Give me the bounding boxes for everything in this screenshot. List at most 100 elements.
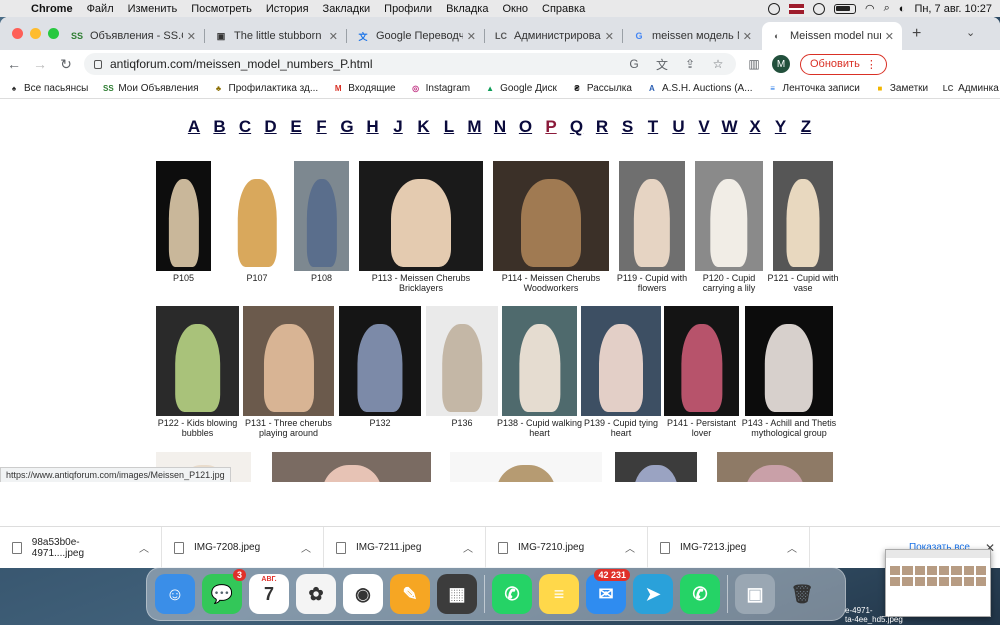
figurine-photo[interactable] bbox=[581, 306, 661, 416]
gallery-item[interactable]: P139 - Cupid tying heart bbox=[575, 306, 667, 438]
download-item[interactable]: IMG-7213.jpeg ︿ bbox=[648, 526, 810, 568]
bookmark-item[interactable]: SS Мои Объявления bbox=[102, 82, 199, 94]
control-center-icon[interactable]: ◐ bbox=[899, 3, 906, 15]
gallery-item[interactable]: P131 - Three cherubs playing around bbox=[237, 306, 340, 438]
browser-tab[interactable]: 文 Google Переводчик✕ bbox=[348, 22, 484, 50]
chevron-up-icon[interactable]: ︿ bbox=[463, 540, 473, 555]
figurine-caption[interactable]: P119 - Cupid with flowers bbox=[617, 273, 687, 293]
close-tab-icon[interactable]: ✕ bbox=[739, 30, 752, 43]
gallery-item[interactable]: P121 - Cupid with vase bbox=[767, 161, 839, 293]
chevron-up-icon[interactable]: ︿ bbox=[625, 540, 635, 555]
dock-calendar-icon[interactable]: 7 АВГ. bbox=[249, 574, 289, 614]
profile-avatar[interactable]: M bbox=[772, 55, 790, 73]
figurine-photo[interactable] bbox=[156, 306, 239, 416]
letter-link-o[interactable]: O bbox=[513, 117, 539, 137]
figurine-caption[interactable]: P105 bbox=[173, 273, 194, 283]
figurine-photo[interactable] bbox=[615, 452, 697, 482]
gallery-item[interactable]: P107 bbox=[216, 161, 298, 283]
close-tab-icon[interactable]: ✕ bbox=[463, 30, 476, 43]
gallery-item[interactable] bbox=[444, 452, 608, 482]
figurine-caption[interactable]: P136 bbox=[451, 418, 472, 428]
bookmark-item[interactable]: LC Админка bbox=[942, 82, 999, 94]
gallery-item[interactable]: P119 - Cupid with flowers bbox=[613, 161, 691, 293]
dock-finder-icon[interactable]: ☺ bbox=[155, 574, 195, 614]
google-lens-icon[interactable]: G bbox=[626, 56, 642, 72]
close-window-button[interactable] bbox=[12, 28, 23, 39]
update-button[interactable]: Обновить ⋮ bbox=[800, 53, 887, 75]
letter-link-h[interactable]: H bbox=[360, 117, 386, 137]
tab-search-chevron-icon[interactable]: ⌄ bbox=[966, 26, 975, 39]
gallery-item[interactable]: P136 bbox=[420, 306, 504, 428]
letter-link-e[interactable]: E bbox=[283, 117, 309, 137]
letter-link-f[interactable]: F bbox=[309, 117, 335, 137]
figurine-photo[interactable] bbox=[426, 306, 498, 416]
browser-tab[interactable]: LC Администрирование С✕ bbox=[486, 22, 622, 50]
bookmark-item[interactable]: ■ Заметки bbox=[874, 82, 928, 94]
figurine-caption[interactable]: P138 - Cupid walking heart bbox=[497, 418, 582, 438]
browser-tab[interactable]: SS Объявления - SS.COM✕ bbox=[62, 22, 204, 50]
browser-tab[interactable]: ▣ The little stubborn one,✕ bbox=[206, 22, 346, 50]
figurine-photo[interactable] bbox=[450, 452, 602, 482]
chevron-up-icon[interactable]: ︿ bbox=[139, 540, 149, 555]
dock-telegram-icon[interactable]: ➤ bbox=[633, 574, 673, 614]
desktop-file-label[interactable]: e-4971- ta-4ee_hd5.jpeg bbox=[845, 606, 903, 624]
letter-link-j[interactable]: J bbox=[385, 117, 411, 137]
figurine-caption[interactable]: P114 - Meissen Cherubs Woodworkers bbox=[502, 273, 600, 293]
chevron-up-icon[interactable]: ︿ bbox=[787, 540, 797, 555]
figurine-photo[interactable] bbox=[243, 306, 334, 416]
letter-link-z[interactable]: Z bbox=[793, 117, 819, 137]
letter-link-k[interactable]: K bbox=[411, 117, 437, 137]
gallery-item[interactable]: P138 - Cupid walking heart bbox=[496, 306, 583, 438]
address-bar[interactable]: antiqforum.com/meissen_model_numbers_P.h… bbox=[84, 53, 736, 75]
dock-mail-icon[interactable]: ✉ 42 231 bbox=[586, 569, 630, 614]
gallery-item[interactable]: P120 - Cupid carrying a lily bbox=[689, 161, 769, 293]
dock-calculator-icon[interactable]: ▦ bbox=[437, 574, 477, 614]
menu-item[interactable]: Профили bbox=[377, 3, 439, 15]
chevron-up-icon[interactable]: ︿ bbox=[301, 540, 311, 555]
figurine-caption[interactable]: P141 - Persistant lover bbox=[667, 418, 736, 438]
back-button[interactable]: ← bbox=[6, 56, 22, 72]
dock-trash-icon[interactable]: 🗑 bbox=[782, 574, 822, 614]
figurine-caption[interactable]: P139 - Cupid tying heart bbox=[584, 418, 658, 438]
bookmark-item[interactable]: ₴ Рассылка bbox=[571, 82, 632, 94]
browser-tab[interactable]: Gmeissen модель № Р 1✕ bbox=[624, 22, 760, 50]
menu-item[interactable]: Посмотреть bbox=[184, 3, 259, 15]
menubar-clock[interactable]: Пн, 7 авг. 10:27 bbox=[914, 3, 992, 15]
translate-icon[interactable]: 文 bbox=[654, 56, 670, 72]
figurine-caption[interactable]: P132 bbox=[369, 418, 390, 428]
close-tab-icon[interactable]: ✕ bbox=[325, 30, 338, 43]
close-tab-icon[interactable]: ✕ bbox=[183, 30, 196, 43]
dock-preview-icon[interactable]: ▣ bbox=[735, 574, 775, 614]
figurine-photo[interactable] bbox=[745, 306, 833, 416]
share-icon[interactable]: ⇪ bbox=[682, 56, 698, 72]
menu-item[interactable]: Файл bbox=[80, 3, 121, 15]
menu-item[interactable]: Справка bbox=[535, 3, 592, 15]
letter-link-c[interactable]: C bbox=[232, 117, 258, 137]
dock-pages-icon[interactable]: ✎ bbox=[390, 574, 430, 614]
zoom-window-button[interactable] bbox=[48, 28, 59, 39]
bookmark-item[interactable]: ▲ Google Диск bbox=[484, 82, 557, 94]
figurine-caption[interactable]: P108 bbox=[311, 273, 332, 283]
figurine-caption[interactable]: P122 - Kids blowing bubbles bbox=[158, 418, 238, 438]
letter-link-x[interactable]: X bbox=[742, 117, 768, 137]
figurine-photo[interactable] bbox=[294, 161, 349, 271]
figurine-photo[interactable] bbox=[493, 161, 609, 271]
letter-link-v[interactable]: V bbox=[691, 117, 717, 137]
letter-link-t[interactable]: T bbox=[640, 117, 666, 137]
bookmark-item[interactable]: ♠ Все пасьянсы bbox=[8, 82, 88, 94]
gallery-item[interactable]: P113 - Meissen Cherubs Bricklayers bbox=[353, 161, 489, 293]
menu-item[interactable]: Окно bbox=[495, 3, 535, 15]
figurine-caption[interactable]: P121 - Cupid with vase bbox=[767, 273, 838, 293]
bookmark-item[interactable]: A A.S.H. Auctions (A... bbox=[646, 82, 752, 94]
figurine-caption[interactable]: P113 - Meissen Cherubs Bricklayers bbox=[372, 273, 470, 293]
bookmark-item[interactable]: ◎ Instagram bbox=[410, 82, 470, 94]
bookmark-star-icon[interactable]: ☆ bbox=[710, 56, 726, 72]
download-item[interactable]: 98a53b0e-4971....jpeg ︿ bbox=[0, 526, 162, 568]
status-icon[interactable] bbox=[768, 2, 781, 15]
letter-link-g[interactable]: G bbox=[334, 117, 360, 137]
figurine-caption[interactable]: P107 bbox=[246, 273, 267, 283]
dock-whatsapp-2-icon[interactable]: ✆ bbox=[680, 574, 720, 614]
gallery-item[interactable]: P132 bbox=[333, 306, 427, 428]
forward-button[interactable]: → bbox=[32, 56, 48, 72]
letter-link-a[interactable]: A bbox=[181, 117, 207, 137]
